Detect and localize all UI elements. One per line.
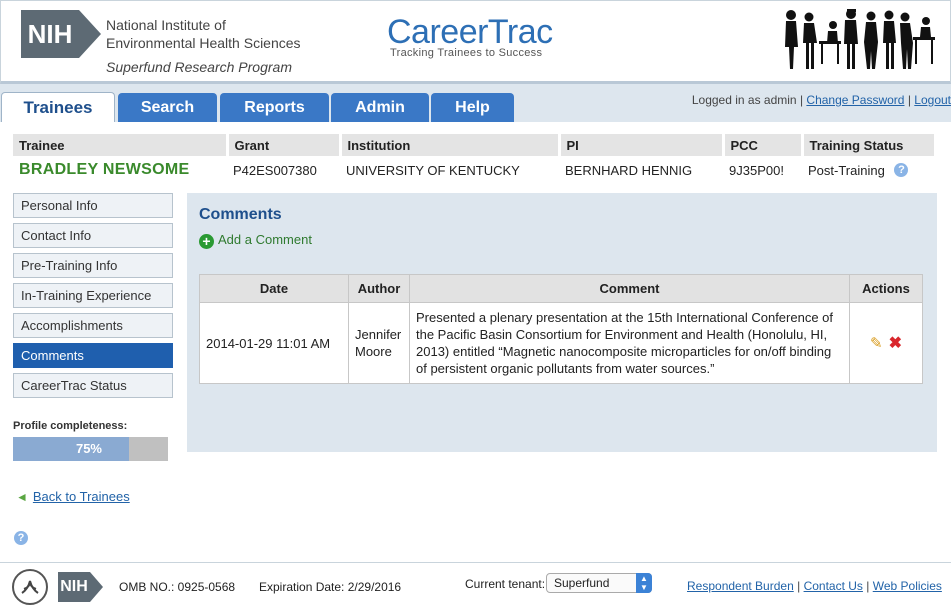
program-name: Superfund Research Program xyxy=(106,59,292,75)
header-trainee: Trainee xyxy=(13,134,229,156)
pi-value: BERNHARD HENNIG xyxy=(565,162,693,178)
add-comment-button[interactable]: + Add a Comment xyxy=(199,232,312,249)
tab-help[interactable]: Help xyxy=(431,93,514,122)
hhs-logo xyxy=(12,569,48,605)
col-actions: Actions xyxy=(849,274,923,303)
pcc-value: 9J35P00! xyxy=(729,162,784,178)
comments-header-row: Date Author Comment Actions xyxy=(199,274,923,303)
page-title: Comments xyxy=(199,206,282,223)
back-to-trainees-link[interactable]: Back to Trainees xyxy=(33,489,130,504)
site-footer: NIH OMB NO.: 0925-0568 Expiration Date: … xyxy=(0,562,951,612)
nih-footer-logo-text: NIH xyxy=(58,572,90,602)
institution-value: UNIVERSITY OF KENTUCKY xyxy=(346,162,520,178)
omb-number: OMB NO.: 0925-0568 xyxy=(119,580,236,594)
plus-icon: + xyxy=(199,234,214,249)
page-help: ? xyxy=(14,531,28,546)
logged-in-text: Logged in as admin xyxy=(691,93,797,107)
back-arrow-icon: ◄ xyxy=(16,490,28,504)
header-grant: Grant xyxy=(227,134,342,156)
sidebar-item-pre-training-info[interactable]: Pre-Training Info xyxy=(13,253,173,278)
nih-logo: NIH xyxy=(21,10,105,58)
expiration-date: Expiration Date: 2/29/2016 xyxy=(259,580,402,594)
header-pi: PI xyxy=(559,134,725,156)
summary-row: BRADLEY NEWSOME P42ES007380 UNIVERSITY O… xyxy=(13,156,936,184)
col-comment: Comment xyxy=(409,274,850,303)
institute-line2: Environmental Health Sciences xyxy=(106,35,301,51)
tenant-select[interactable]: Superfund ▲ ▼ xyxy=(546,573,652,593)
trainee-name: BRADLEY NEWSOME xyxy=(19,161,190,178)
comment-date: 2014-01-29 11:01 AM xyxy=(199,302,349,384)
comment-text: Presented a plenary presentation at the … xyxy=(409,302,850,384)
grant-value: P42ES007380 xyxy=(233,162,317,178)
pencil-icon[interactable]: ✎ xyxy=(870,335,883,352)
comment-actions: ✎ ✖ xyxy=(849,302,923,384)
profile-completeness-bar: 75% xyxy=(13,437,168,461)
comments-panel: Comments + Add a Comment Date Author Comm… xyxy=(187,193,937,452)
app-tagline: Tracking Trainees to Success xyxy=(390,47,543,59)
tab-admin[interactable]: Admin xyxy=(331,93,429,122)
header-training-status: Training Status xyxy=(802,134,937,156)
web-policies-link[interactable]: Web Policies xyxy=(873,579,942,593)
tenant-label: Current tenant: xyxy=(465,577,546,591)
select-arrows-icon: ▲ ▼ xyxy=(636,573,652,593)
training-status-value: Post-Training xyxy=(808,162,885,178)
tenant-select-value: Superfund xyxy=(554,576,610,590)
comments-table: Date Author Comment Actions 2014-01-29 1… xyxy=(199,274,923,384)
site-header: NIH National Institute of Environmental … xyxy=(0,0,951,84)
add-comment-label: Add a Comment xyxy=(218,232,312,247)
col-date: Date xyxy=(199,274,349,303)
sidebar-item-comments[interactable]: Comments xyxy=(13,343,173,368)
footer-links: Respondent Burden | Contact Us | Web Pol… xyxy=(687,579,942,593)
training-status-cell: Post-Training ? xyxy=(802,156,936,184)
sidebar-item-contact-info[interactable]: Contact Info xyxy=(13,223,173,248)
comment-author: Jennifer Moore xyxy=(348,302,410,384)
help-icon[interactable]: ? xyxy=(14,531,28,545)
respondent-burden-link[interactable]: Respondent Burden xyxy=(687,579,794,593)
trainee-summary: Trainee Grant Institution PI PCC Trainin… xyxy=(13,134,937,184)
delete-icon[interactable]: ✖ xyxy=(889,335,902,352)
people-silhouettes-image xyxy=(785,9,935,69)
back-to-trainees: ◄ Back to Trainees xyxy=(16,489,130,504)
logout-link[interactable]: Logout xyxy=(914,93,951,107)
login-info: Logged in as admin | Change Password | L… xyxy=(691,93,951,107)
nih-logo-text: NIH xyxy=(21,10,79,58)
header-pcc: PCC xyxy=(723,134,804,156)
tab-search[interactable]: Search xyxy=(118,93,217,122)
sidebar-item-careertrac-status[interactable]: CareerTrac Status xyxy=(13,373,173,398)
tab-trainees[interactable]: Trainees xyxy=(1,92,115,122)
summary-header-row: Trainee Grant Institution PI PCC Trainin… xyxy=(13,134,937,156)
profile-completeness-value: 75% xyxy=(75,441,102,456)
help-icon[interactable]: ? xyxy=(894,162,909,177)
profile-completeness-label: Profile completeness: xyxy=(13,420,128,432)
header-institution: Institution xyxy=(340,134,561,156)
tab-reports[interactable]: Reports xyxy=(220,93,329,122)
institute-line1: National Institute of xyxy=(106,17,226,33)
sidebar-item-personal-info[interactable]: Personal Info xyxy=(13,193,173,218)
change-password-link[interactable]: Change Password xyxy=(806,93,904,107)
sidebar-item-accomplishments[interactable]: Accomplishments xyxy=(13,313,173,338)
sidebar: Personal Info Contact Info Pre-Training … xyxy=(13,193,173,403)
institute-name: National Institute of Environmental Heal… xyxy=(106,16,301,52)
col-author: Author xyxy=(348,274,410,303)
table-row: 2014-01-29 11:01 AM Jennifer Moore Prese… xyxy=(199,302,923,384)
contact-us-link[interactable]: Contact Us xyxy=(804,579,863,593)
sidebar-item-in-training-experience[interactable]: In-Training Experience xyxy=(13,283,173,308)
